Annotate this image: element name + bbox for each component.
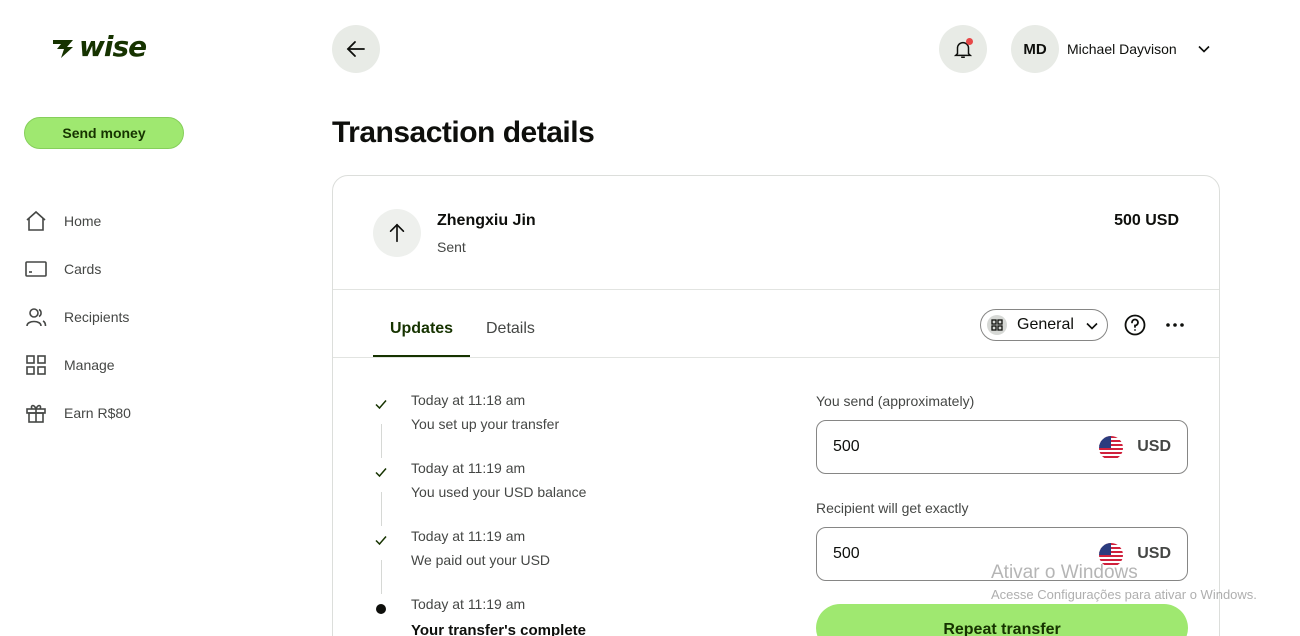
send-amount-field[interactable]: 500 USD <box>816 420 1188 474</box>
recipients-icon <box>22 303 50 331</box>
user-name[interactable]: Michael Dayvison <box>1067 41 1177 57</box>
arrow-left-icon <box>346 41 365 57</box>
receive-currency[interactable]: USD <box>1137 545 1171 563</box>
wise-wordmark: wise <box>79 30 147 63</box>
view-select[interactable]: General <box>980 309 1108 341</box>
timeline-step: Today at 11:19 am You used your USD bala… <box>373 426 773 500</box>
step-time: Today at 11:19 am <box>411 460 526 476</box>
arrow-up-icon <box>373 209 421 257</box>
wise-logo[interactable]: wise <box>51 30 147 63</box>
sidebar-item-earn[interactable]: Earn R$80 <box>22 389 131 437</box>
sidebar-item-label: Recipients <box>64 309 130 325</box>
check-icon <box>373 465 389 484</box>
avatar[interactable]: MD <box>1011 25 1059 73</box>
receive-amount-value: 500 <box>833 545 860 562</box>
repeat-transfer-button[interactable]: Repeat transfer <box>816 604 1188 636</box>
step-time: Today at 11:19 am <box>411 596 526 612</box>
more-options-icon[interactable] <box>1165 317 1185 333</box>
windows-watermark-subtitle: Acesse Configurações para ativar o Windo… <box>991 587 1257 602</box>
check-icon <box>373 397 389 416</box>
step-text: Your transfer's complete <box>411 622 587 636</box>
send-currency[interactable]: USD <box>1137 438 1171 456</box>
check-icon <box>373 533 389 552</box>
chevron-down-icon <box>1086 322 1098 330</box>
sidebar-item-cards[interactable]: Cards <box>22 245 131 293</box>
sidebar-nav: Home Cards Recipients Manage Earn R$80 <box>22 197 131 437</box>
view-select-label: General <box>1017 316 1074 333</box>
sidebar-item-label: Manage <box>64 357 115 373</box>
grid-icon <box>22 351 50 379</box>
gift-icon <box>22 399 50 427</box>
wise-flag-icon <box>53 40 73 58</box>
send-money-button[interactable]: Send money <box>24 117 184 149</box>
send-amount-label: You send (approximately) <box>816 393 975 409</box>
card-icon <box>22 255 50 283</box>
sidebar-item-label: Cards <box>64 261 102 277</box>
page-title: Transaction details <box>332 116 595 149</box>
sidebar: wise Send money Home Cards Recipients Ma… <box>0 0 300 636</box>
timeline-step: Today at 11:19 am We paid out your USD <box>373 494 773 568</box>
receive-amount-label: Recipient will get exactly <box>816 500 969 516</box>
help-icon[interactable] <box>1124 314 1146 336</box>
notification-dot <box>966 38 973 45</box>
timeline-step: Today at 11:19 am Your transfer's comple… <box>373 562 773 636</box>
recipient-name: Zhengxiu Jin <box>437 212 536 229</box>
transaction-status: Sent <box>437 239 466 255</box>
transaction-summary: Zhengxiu Jin Sent 500 USD <box>333 176 1219 290</box>
notifications-button[interactable] <box>939 25 987 73</box>
sidebar-item-manage[interactable]: Manage <box>22 341 131 389</box>
sidebar-item-label: Home <box>64 213 102 229</box>
step-time: Today at 11:18 am <box>411 392 526 408</box>
tab-updates[interactable]: Updates <box>373 320 470 357</box>
send-amount-value: 500 <box>833 438 860 455</box>
sidebar-item-label: Earn R$80 <box>64 405 131 421</box>
tabs-bar: Updates Details General <box>333 290 1219 358</box>
sidebar-item-recipients[interactable]: Recipients <box>22 293 131 341</box>
sidebar-item-home[interactable]: Home <box>22 197 131 245</box>
transaction-amount: 500 USD <box>1114 212 1179 229</box>
chevron-down-icon[interactable] <box>1197 42 1211 56</box>
back-button[interactable] <box>332 25 380 73</box>
current-step-dot <box>373 601 389 620</box>
tab-details[interactable]: Details <box>486 320 535 357</box>
step-time: Today at 11:19 am <box>411 528 526 544</box>
grid-icon <box>987 315 1007 335</box>
windows-watermark-title: Ativar o Windows <box>991 562 1138 583</box>
home-icon <box>22 207 50 235</box>
us-flag-icon <box>1099 436 1123 460</box>
timeline-step: Today at 11:18 am You set up your transf… <box>373 358 773 432</box>
